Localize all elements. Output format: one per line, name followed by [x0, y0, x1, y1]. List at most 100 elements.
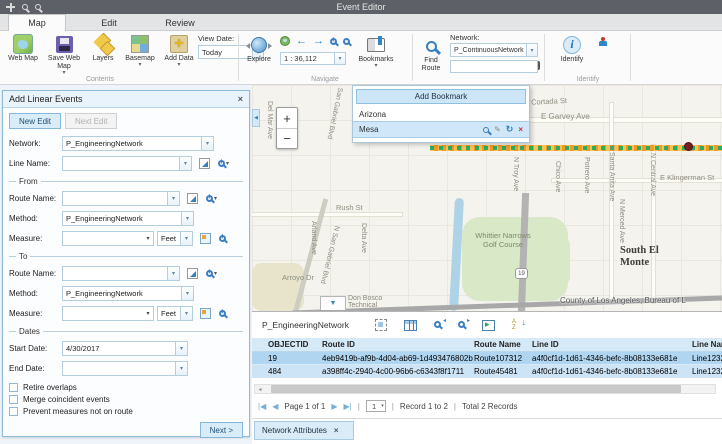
- basemap-button[interactable]: Basemap ▾: [121, 34, 159, 68]
- layers-button[interactable]: Layers: [86, 34, 120, 63]
- identify-icon: i: [563, 36, 581, 54]
- route-search-input[interactable]: [450, 60, 538, 73]
- to-measure-input[interactable]: ▾: [62, 306, 154, 321]
- next-button[interactable]: Next >: [200, 422, 243, 438]
- pan-to-selection-icon[interactable]: ▸: [458, 321, 465, 330]
- identify-button[interactable]: i Identify: [552, 35, 592, 64]
- next-extent-icon[interactable]: →: [313, 36, 324, 46]
- switch-selection-icon[interactable]: [482, 320, 495, 331]
- zoom-menu-icon[interactable]: +: [206, 195, 217, 202]
- save-web-map-button[interactable]: Save Web Map ▾: [44, 34, 84, 76]
- col-route-name: Route Name: [474, 340, 532, 349]
- chevron-down-icon: [180, 307, 192, 320]
- new-edit-button[interactable]: New Edit: [9, 113, 61, 129]
- scale-select[interactable]: 1 : 36,112: [280, 52, 346, 65]
- line-name-select[interactable]: [62, 156, 192, 171]
- bookmark-item-arizona[interactable]: Arizona: [353, 107, 529, 121]
- close-tab-icon[interactable]: ×: [334, 426, 339, 435]
- street-label: Arroyo Dr: [282, 273, 314, 282]
- zoom-to-selection-icon[interactable]: ◂: [434, 321, 441, 330]
- basemap-icon: [131, 35, 149, 53]
- zoom-in-icon[interactable]: [22, 4, 28, 10]
- from-method-select[interactable]: P_EngineeringNetwork: [62, 211, 194, 226]
- select-on-map-icon[interactable]: [187, 268, 198, 279]
- tab-network-attributes[interactable]: Network Attributes ×: [254, 421, 354, 440]
- add-data-button[interactable]: Add Data ▾: [160, 34, 198, 68]
- table-row[interactable]: 19 4eb9419b-af9b-4d04-ab69-1d493476802b …: [252, 352, 722, 365]
- road-santa-anita: [610, 103, 613, 303]
- page-select[interactable]: 1: [366, 400, 386, 412]
- from-route-name-select[interactable]: [62, 191, 180, 206]
- zoom-tool-icon[interactable]: +: [219, 235, 226, 242]
- table-collapse-arrow[interactable]: ▼: [320, 296, 346, 310]
- add-bookmark-button[interactable]: Add Bookmark: [356, 89, 526, 104]
- zoom-out-icon[interactable]: [35, 4, 41, 10]
- edit-bookmark-icon[interactable]: ✎: [494, 125, 501, 134]
- route-marker[interactable]: [684, 142, 693, 151]
- scrollbar-thumb[interactable]: [271, 385, 681, 393]
- prevent-measures-checkbox[interactable]: [9, 407, 18, 416]
- sort-icon[interactable]: AZ: [512, 319, 524, 331]
- next-page-icon[interactable]: ▶: [331, 402, 337, 411]
- close-icon[interactable]: ×: [238, 94, 243, 104]
- bookmarks-button[interactable]: Bookmarks ▾: [352, 35, 400, 69]
- retire-overlaps-checkbox[interactable]: [9, 383, 18, 392]
- select-on-map-icon[interactable]: [187, 193, 198, 204]
- dates-section-legend: Dates: [9, 327, 243, 336]
- prev-page-icon[interactable]: ◀: [272, 402, 278, 411]
- street-label: Del Mar Ave: [266, 101, 273, 139]
- tab-map[interactable]: Map: [8, 14, 66, 31]
- explore-button[interactable]: Explore: [242, 35, 276, 64]
- table-toolbar: P_EngineeringNetwork ◂ ▸ AZ: [252, 316, 722, 334]
- street-label: Potrero Ave: [583, 157, 590, 193]
- table-header-row[interactable]: OBJECTID Route ID Route Name Line ID Lin…: [252, 338, 722, 352]
- previous-extent-icon[interactable]: ←: [296, 36, 307, 46]
- measure-tool-icon[interactable]: [200, 233, 211, 244]
- to-route-name-select[interactable]: [62, 266, 180, 281]
- network-select[interactable]: P_ContinuousNetwork: [450, 43, 538, 57]
- locate-person-icon[interactable]: [598, 37, 608, 47]
- panel-header: Add Linear Events ×: [3, 91, 249, 108]
- next-edit-button[interactable]: Next Edit: [65, 113, 117, 129]
- tab-edit[interactable]: Edit: [80, 14, 138, 31]
- measure-tool-icon[interactable]: [200, 308, 211, 319]
- pan-icon[interactable]: [6, 3, 15, 12]
- horizontal-scrollbar[interactable]: ◂: [254, 384, 716, 394]
- refresh-bookmark-icon[interactable]: ↻: [506, 124, 514, 135]
- street-label: N Central Ave: [649, 153, 656, 196]
- zoom-to-bookmark-icon[interactable]: [483, 127, 489, 133]
- first-page-icon[interactable]: |◀: [258, 402, 266, 411]
- bookmark-item-mesa[interactable]: Mesa ✎ ↻ ×: [353, 121, 529, 138]
- last-page-icon[interactable]: ▶|: [343, 402, 351, 411]
- map-zoom-out-button[interactable]: −: [277, 128, 297, 148]
- network-field-select[interactable]: P_EngineeringNetwork: [62, 136, 214, 151]
- zoom-menu-icon[interactable]: +: [218, 160, 229, 167]
- zoom-tool-icon[interactable]: +: [219, 310, 226, 317]
- panel-collapse-arrow[interactable]: ◀: [252, 109, 260, 127]
- prevent-measures-label: Prevent measures not on route: [23, 407, 133, 416]
- zoom-out-tool-icon[interactable]: −: [343, 38, 350, 45]
- to-method-select[interactable]: P_EngineeringNetwork: [62, 286, 194, 301]
- find-route-button[interactable]: Find Route: [416, 36, 446, 73]
- end-date-select[interactable]: [62, 361, 188, 376]
- find-route-group: Find Route Network: P_ContinuousNetwork: [414, 31, 542, 84]
- from-measure-input[interactable]: ▾: [62, 231, 154, 246]
- to-unit-select[interactable]: Feet: [157, 306, 193, 321]
- table-row[interactable]: 484 a398ff4c-2940-4c00-96b6-c6343f8f1711…: [252, 365, 722, 378]
- chevron-down-icon: [167, 192, 179, 205]
- scroll-left-icon[interactable]: ◂: [255, 386, 265, 393]
- start-date-select[interactable]: 4/30/2017: [62, 341, 188, 356]
- table-options-icon[interactable]: [404, 320, 417, 331]
- clear-selection-icon[interactable]: [375, 319, 387, 331]
- merge-coincident-checkbox[interactable]: [9, 395, 18, 404]
- full-extent-icon[interactable]: [280, 36, 290, 46]
- from-unit-select[interactable]: Feet: [157, 231, 193, 246]
- zoom-in-tool-icon[interactable]: +: [330, 38, 337, 45]
- panel-title: Add Linear Events: [9, 94, 83, 104]
- delete-bookmark-icon[interactable]: ×: [518, 125, 523, 134]
- web-map-button[interactable]: Web Map: [4, 34, 42, 63]
- select-on-map-icon[interactable]: [199, 158, 210, 169]
- map-zoom-in-button[interactable]: +: [277, 108, 297, 128]
- zoom-menu-icon[interactable]: +: [206, 270, 217, 277]
- tab-review[interactable]: Review: [148, 14, 212, 31]
